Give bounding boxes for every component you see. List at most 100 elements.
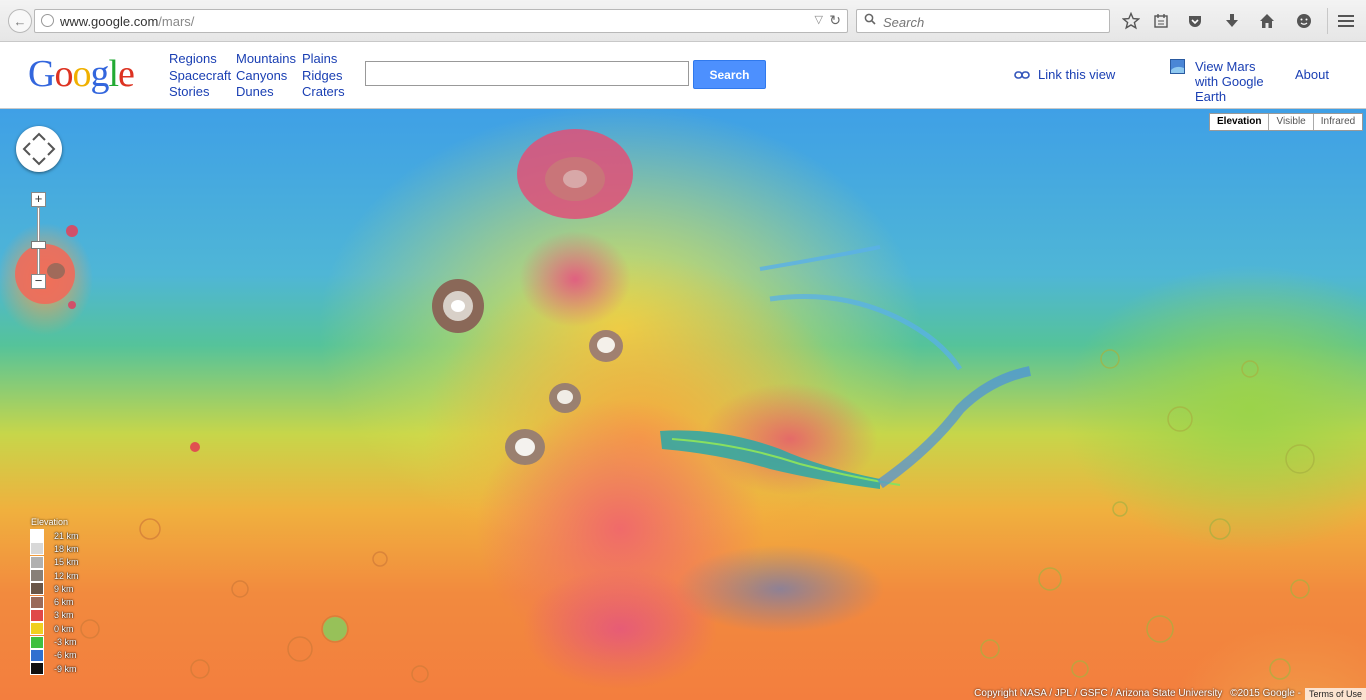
reading-list-icon[interactable]	[1151, 11, 1171, 31]
about-link[interactable]: About	[1295, 67, 1329, 82]
logo-letter: g	[90, 53, 109, 95]
toolbar-separator	[1327, 8, 1328, 34]
star-icon[interactable]	[1121, 11, 1141, 31]
legend-swatch	[30, 595, 44, 609]
tab-visible[interactable]: Visible	[1268, 114, 1312, 130]
legend-swatch	[30, 662, 44, 676]
view-mars-google-earth[interactable]: View Mars with Google Earth	[1170, 59, 1281, 104]
legend-row: 0 km	[30, 622, 79, 636]
legend-row: 12 km	[30, 569, 79, 583]
terms-of-use-link[interactable]: Terms of Use	[1304, 688, 1366, 700]
legend-row: 3 km	[30, 608, 79, 622]
legend-label: -9 km	[54, 663, 77, 674]
globe-icon	[41, 14, 54, 27]
reload-icon[interactable]: ↻	[829, 12, 841, 29]
legend-swatch	[30, 569, 44, 583]
legend-swatch	[30, 542, 44, 556]
legend-label: 18 km	[54, 543, 79, 554]
logo-letter: o	[72, 53, 91, 95]
pan-control[interactable]	[16, 126, 62, 172]
legend-swatch	[30, 555, 44, 569]
chat-icon[interactable]	[1294, 11, 1314, 31]
legend-swatch	[30, 622, 44, 636]
legend-label: 12 km	[54, 570, 79, 581]
google-credit: ©2015 Google -	[1230, 688, 1301, 699]
download-icon[interactable]	[1222, 11, 1242, 31]
nav-column-3: Plains Ridges Craters	[302, 51, 345, 101]
elevation-legend: Elevation 21 km 18 km 15 km 12 km 9 km 6 km 3 …	[30, 517, 79, 676]
url-path: /mars/	[158, 14, 195, 29]
legend-label: 6 km	[54, 597, 74, 608]
url-text: www.google.com/mars/	[60, 14, 194, 29]
zoom-out-button[interactable]: −	[31, 274, 46, 289]
legend-swatch	[30, 582, 44, 596]
back-icon: ←	[13, 13, 27, 29]
zoom-in-button[interactable]: +	[31, 192, 46, 207]
menu-icon[interactable]	[1336, 11, 1356, 31]
search-button[interactable]: Search	[693, 60, 766, 89]
nav-link-mountains[interactable]: Mountains	[236, 51, 296, 68]
legend-row: 18 km	[30, 542, 79, 556]
legend-swatch	[30, 529, 44, 543]
dropdown-icon[interactable]: ▽	[815, 13, 823, 26]
legend-row: -3 km	[30, 635, 79, 649]
copyright-text: Copyright NASA / JPL / GSFC / Arizona St…	[974, 688, 1223, 699]
nav-link-plains[interactable]: Plains	[302, 51, 345, 68]
home-icon[interactable]	[1257, 11, 1277, 31]
back-button[interactable]: ←	[8, 9, 32, 33]
logo-letter: G	[28, 53, 55, 95]
view-mars-google-earth-label: View Mars with Google Earth	[1195, 59, 1264, 104]
layer-tabs: Elevation Visible Infrared	[1209, 113, 1364, 131]
legend-label: -6 km	[54, 650, 77, 661]
legend-row: 15 km	[30, 555, 79, 569]
url-bar[interactable]: www.google.com/mars/ ▽ ↻	[34, 9, 848, 33]
tab-infrared[interactable]: Infrared	[1312, 114, 1362, 130]
google-logo[interactable]: Google	[28, 52, 135, 96]
legend-label: 15 km	[54, 557, 79, 568]
url-host: www.google.com	[60, 14, 159, 29]
logo-letter: e	[118, 53, 135, 95]
search-icon	[864, 13, 876, 25]
map-footer: Copyright NASA / JPL / GSFC / Arizona St…	[970, 688, 1366, 700]
google-earth-icon	[1170, 59, 1185, 74]
legend-swatch	[30, 635, 44, 649]
legend-label: 21 km	[54, 530, 79, 541]
legend-swatch	[30, 648, 44, 662]
logo-letter: l	[108, 53, 119, 95]
legend-label: 3 km	[54, 610, 74, 621]
link-icon	[1014, 70, 1030, 79]
nav-link-spacecraft[interactable]: Spacecraft	[169, 68, 231, 85]
legend-label: -3 km	[54, 637, 77, 648]
browser-search-input[interactable]	[881, 12, 1105, 32]
legend-label: 9 km	[54, 583, 74, 594]
zoom-slider-thumb[interactable]	[31, 241, 46, 249]
tab-elevation[interactable]: Elevation	[1210, 114, 1268, 130]
nav-link-canyons[interactable]: Canyons	[236, 68, 296, 85]
legend-row: -6 km	[30, 648, 79, 662]
nav-link-regions[interactable]: Regions	[169, 51, 231, 68]
legend-title: Elevation	[31, 517, 69, 527]
link-this-view-label: Link this view	[1038, 67, 1116, 82]
mars-map[interactable]: + − Elevation Visible Infrared Elevation…	[0, 109, 1366, 700]
google-mars-header: Google Regions Spacecraft Stories Mounta…	[0, 42, 1366, 109]
legend-label: 0 km	[54, 623, 74, 634]
legend-row: 21 km	[30, 529, 79, 543]
browser-toolbar: ← www.google.com/mars/ ▽ ↻	[0, 0, 1366, 42]
mars-search-input[interactable]	[365, 61, 689, 86]
legend-row: -9 km	[30, 662, 79, 676]
nav-column-1: Regions Spacecraft Stories	[169, 51, 231, 101]
legend-row: 9 km	[30, 582, 79, 596]
link-this-view[interactable]: Link this view	[1014, 67, 1115, 82]
nav-link-dunes[interactable]: Dunes	[236, 84, 296, 101]
nav-column-2: Mountains Canyons Dunes	[236, 51, 296, 101]
legend-row: 6 km	[30, 595, 79, 609]
browser-search-box[interactable]	[856, 9, 1110, 33]
nav-link-ridges[interactable]: Ridges	[302, 68, 345, 85]
pocket-icon[interactable]	[1185, 11, 1205, 31]
logo-letter: o	[54, 53, 73, 95]
legend-swatch	[30, 608, 44, 622]
terrain-features	[15, 129, 1315, 683]
pan-arrows-icon	[22, 132, 56, 166]
nav-link-stories[interactable]: Stories	[169, 84, 231, 101]
nav-link-craters[interactable]: Craters	[302, 84, 345, 101]
